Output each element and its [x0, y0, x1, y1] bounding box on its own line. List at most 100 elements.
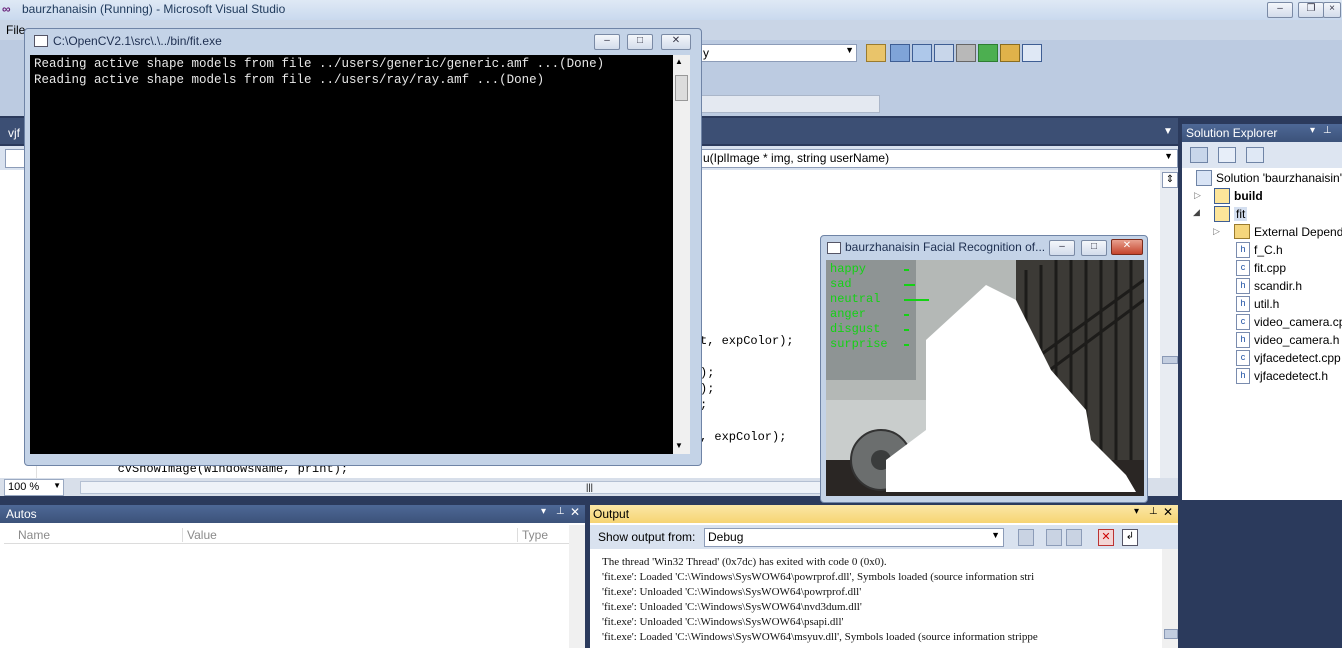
face-close-button[interactable]: ✕ — [1111, 239, 1143, 255]
column-name[interactable]: Name — [18, 528, 50, 542]
code-line: ); — [700, 382, 715, 396]
panel-options-icon[interactable]: ▾ — [1310, 125, 1315, 136]
console-output[interactable] — [30, 55, 673, 454]
tree-item-fit[interactable]: fit — [1234, 207, 1248, 221]
properties-icon[interactable] — [912, 44, 932, 62]
window-app-icon — [827, 242, 841, 254]
autos-scrollbar[interactable] — [569, 525, 585, 648]
editor-tab[interactable]: vjf — [8, 126, 20, 140]
type-dropdown[interactable] — [5, 149, 25, 168]
chevron-down-icon: ▼ — [845, 45, 854, 55]
menu-file[interactable]: File — [6, 23, 25, 37]
vs-window-title: baurzhanaisin (Running) - Microsoft Visu… — [22, 2, 286, 16]
view-class-diagram-icon[interactable] — [1246, 147, 1264, 163]
pin-icon[interactable]: ⊥ — [1149, 506, 1158, 517]
tree-item-file[interactable]: vjfacedetect.h — [1254, 369, 1328, 383]
vs-minimize-button[interactable]: – — [1267, 2, 1293, 18]
next-message-icon[interactable] — [1066, 529, 1082, 546]
find-message-icon[interactable] — [1018, 529, 1034, 546]
expand-icon[interactable]: ▷ — [1194, 190, 1201, 201]
column-value[interactable]: Value — [182, 528, 217, 542]
member-dropdown[interactable]: u(IplImage * img, string userName) ▼ — [700, 149, 1178, 168]
clear-all-icon[interactable]: ✕ — [1098, 529, 1114, 546]
emotion-label: anger — [830, 307, 867, 321]
output-scrollbar[interactable] — [1162, 549, 1178, 648]
console-minimize-button[interactable]: – — [594, 34, 620, 50]
tree-item-external-dependencies[interactable]: External Depende — [1254, 225, 1342, 239]
close-icon[interactable]: ✕ — [570, 505, 580, 519]
tree-item-file[interactable]: util.h — [1254, 297, 1279, 311]
panel-options-icon[interactable]: ▾ — [541, 506, 546, 517]
code-line: ); — [700, 366, 715, 380]
emotion-label: sad — [830, 277, 852, 291]
console-app-icon — [34, 35, 48, 47]
header-file-icon: h — [1236, 296, 1250, 312]
solution-explorer-icon[interactable] — [890, 44, 910, 62]
word-wrap-icon[interactable]: ↲ — [1122, 529, 1138, 546]
scrollbar-thumb[interactable] — [675, 75, 688, 101]
output-header: Output ▾ ⊥ ✕ — [590, 505, 1178, 523]
face-window-title: baurzhanaisin Facial Recognition of... — [845, 240, 1046, 254]
project-icon — [1214, 206, 1230, 222]
solution-config-dropdown[interactable]: y ▼ — [700, 44, 857, 62]
collapse-icon[interactable]: ◢ — [1193, 207, 1200, 218]
panel-options-icon[interactable]: ▾ — [1134, 506, 1139, 517]
previous-message-icon[interactable] — [1046, 529, 1062, 546]
tree-item-file[interactable]: video_camera.h — [1254, 333, 1339, 347]
vs-restore-button[interactable]: ❐ — [1298, 2, 1324, 18]
tree-item-file[interactable]: f_C.h — [1254, 243, 1283, 257]
expand-icon[interactable]: ▷ — [1213, 226, 1220, 237]
pin-icon[interactable]: ⊥ — [1323, 125, 1332, 136]
chevron-down-icon: ▼ — [991, 530, 1000, 540]
emotion-bar — [904, 329, 909, 331]
vs-titlebar: ∞ baurzhanaisin (Running) - Microsoft Vi… — [0, 0, 1342, 20]
toolbar-overflow-icon[interactable] — [700, 69, 722, 87]
emotion-label: disgust — [830, 322, 881, 336]
split-icon[interactable]: ⇕ — [1162, 172, 1178, 188]
emotion-bar — [904, 299, 929, 301]
tree-item-file[interactable]: fit.cpp — [1254, 261, 1286, 275]
command-window-icon[interactable] — [1022, 44, 1042, 62]
tree-item-file[interactable]: scandir.h — [1254, 279, 1302, 293]
output-line: The thread 'Win32 Thread' (0x7dc) has ex… — [602, 556, 887, 568]
toolbox-icon[interactable] — [956, 44, 976, 62]
output-line: 'fit.exe': Unloaded 'C:\Windows\SysWOW64… — [602, 601, 862, 613]
scrollbar-thumb[interactable] — [1162, 356, 1178, 364]
start-page-icon[interactable] — [978, 44, 998, 62]
chevron-down-icon: ▼ — [53, 481, 61, 490]
scrollbar-thumb[interactable] — [1164, 629, 1178, 639]
chevron-down-icon: ▼ — [1164, 151, 1173, 161]
tab-list-chevron-icon[interactable]: ▼ — [1163, 126, 1173, 137]
output-source-dropdown[interactable]: Debug ▼ — [704, 528, 1004, 547]
tree-item-build[interactable]: build — [1234, 189, 1263, 203]
panel-title: Autos — [6, 507, 37, 521]
properties-icon[interactable] — [1190, 147, 1208, 163]
zoom-dropdown[interactable]: 100 % ▼ — [4, 479, 64, 496]
output-line: 'fit.exe': Loaded 'C:\Windows\SysWOW64\p… — [602, 571, 1035, 583]
class-view-icon[interactable] — [1000, 44, 1020, 62]
header-file-icon: h — [1236, 242, 1250, 258]
console-close-button[interactable]: ✕ — [661, 34, 691, 50]
tree-item-file[interactable]: video_camera.cp — [1254, 315, 1342, 329]
solution-node[interactable]: Solution 'baurzhanaisin' — [1216, 171, 1342, 185]
console-line: Reading active shape models from file ..… — [34, 73, 545, 87]
console-scrollbar[interactable]: ▲ ▼ — [673, 55, 690, 454]
code-line: , expColor); — [700, 430, 787, 444]
face-minimize-button[interactable]: – — [1049, 240, 1075, 256]
object-browser-icon[interactable] — [934, 44, 954, 62]
console-maximize-button[interactable]: □ — [627, 34, 653, 50]
column-type[interactable]: Type — [517, 528, 548, 542]
console-titlebar[interactable]: C:\OpenCV2.1\src\.\../bin/fit.exe – □ ✕ — [26, 30, 698, 52]
tree-item-file[interactable]: vjfacedetect.cpp — [1254, 351, 1341, 365]
toolbar-dropdown[interactable] — [700, 95, 880, 113]
scroll-down-icon[interactable]: ▼ — [675, 441, 683, 450]
editor-vertical-scrollbar[interactable]: ⇕ — [1160, 170, 1178, 478]
vs-close-button[interactable]: × — [1323, 2, 1341, 18]
show-all-files-icon[interactable] — [1218, 147, 1236, 163]
emotion-bar — [904, 269, 909, 271]
find-in-files-icon[interactable] — [866, 44, 886, 62]
scroll-up-icon[interactable]: ▲ — [675, 57, 683, 66]
pin-icon[interactable]: ⊥ — [556, 506, 565, 517]
face-maximize-button[interactable]: □ — [1081, 240, 1107, 256]
close-icon[interactable]: ✕ — [1163, 505, 1173, 519]
